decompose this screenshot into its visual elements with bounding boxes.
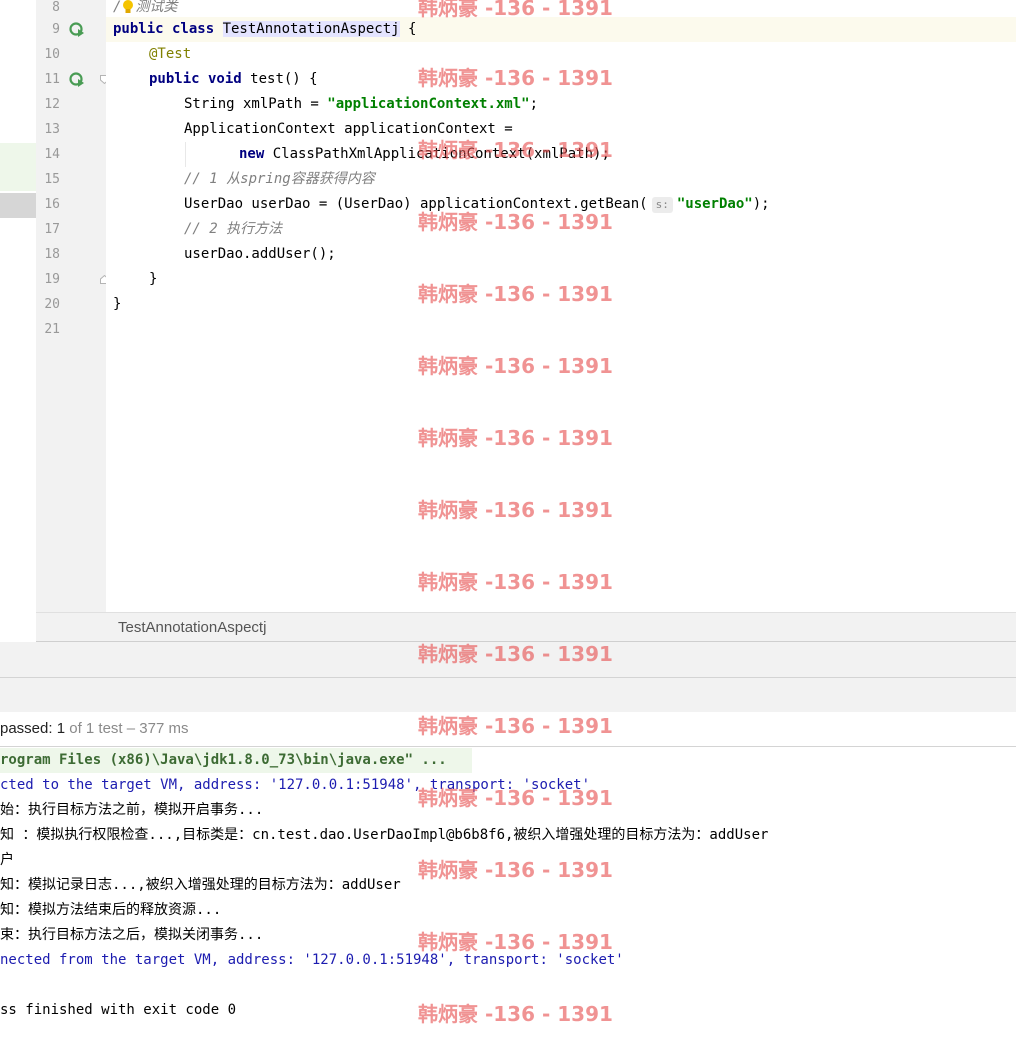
indent-guide [185, 142, 186, 167]
console-line: nected from the target VM, address: '127… [0, 952, 624, 968]
code-line-18: userDao.addUser(); [184, 246, 336, 262]
line-number: 19 [44, 272, 60, 287]
console-line: 知：模拟方法结束后的释放资源... [0, 902, 222, 918]
console-line: 束：执行目标方法之后，模拟关闭事务... [0, 927, 264, 943]
line-number: 14 [44, 147, 60, 162]
tests-passed-count: 1 [56, 720, 66, 737]
code-line-12: String xmlPath = "applicationContext.xml… [184, 96, 539, 112]
line-number: 13 [44, 122, 60, 137]
console-output[interactable]: rogram Files (x86)\Java\jdk1.8.0_73\bin\… [0, 747, 1016, 1063]
console-line: 户 [0, 852, 14, 868]
line-number: 21 [44, 322, 60, 337]
line-number: 12 [44, 97, 60, 112]
lightbulb-icon[interactable] [121, 0, 135, 15]
line-number: 11 [44, 72, 60, 87]
line-number: 16 [44, 197, 60, 212]
class-name: TestAnnotationAspectj [222, 21, 400, 37]
console-line: 知 ：模拟执行权限检查...,目标类是：cn.test.dao.UserDaoI… [0, 827, 769, 843]
code-line-9: public class TestAnnotationAspectj { [113, 21, 417, 37]
line-number: 17 [44, 222, 60, 237]
parameter-hint: s: [651, 197, 673, 213]
code-line-11: public void test() { [149, 71, 318, 87]
left-strip-highlight [0, 143, 36, 191]
code-line-10: @Test [149, 46, 192, 62]
run-toolbar [0, 678, 1016, 713]
code-line-13: ApplicationContext applicationContext = [184, 121, 513, 137]
code-line-14: new ClassPathXmlApplicationContext(xmlPa… [239, 146, 610, 162]
breadcrumb-bar: TestAnnotationAspectj [36, 612, 1016, 642]
breadcrumb[interactable]: TestAnnotationAspectj [118, 619, 266, 636]
console-line: rogram Files (x86)\Java\jdk1.8.0_73\bin\… [0, 748, 472, 773]
tests-passed-label: passed: [0, 720, 53, 737]
line-number: 15 [44, 172, 60, 187]
line-number: 18 [44, 247, 60, 262]
console-line: 知：模拟记录日志...,被织入增强处理的目标方法为：addUser [0, 877, 401, 893]
left-strip-selection [0, 193, 36, 218]
console-line: 始：执行目标方法之前，模拟开启事务... [0, 802, 264, 818]
line-number: 9 [52, 22, 60, 37]
code-line-17: // 2 执行方法 [184, 221, 283, 237]
run-tool-header [0, 642, 1016, 678]
left-tool-strip [0, 0, 36, 642]
run-test-method-icon[interactable] [68, 71, 86, 89]
code-line-16: UserDao userDao = (UserDao) applicationC… [184, 196, 770, 213]
test-status-bar: passed: 1 of 1 test – 377 ms [0, 712, 1016, 747]
line-number: 20 [44, 297, 60, 312]
tests-summary: of 1 test – 377 ms [69, 720, 189, 737]
line-number: 10 [44, 47, 60, 62]
console-line: ss finished with exit code 0 [0, 1002, 237, 1018]
run-test-class-icon[interactable] [68, 21, 86, 39]
code-line-19: } [149, 271, 158, 287]
code-line-15: // 1 从spring容器获得内容 [184, 171, 375, 187]
code-line-20: } [113, 296, 122, 312]
console-line: cted to the target VM, address: '127.0.0… [0, 777, 591, 793]
